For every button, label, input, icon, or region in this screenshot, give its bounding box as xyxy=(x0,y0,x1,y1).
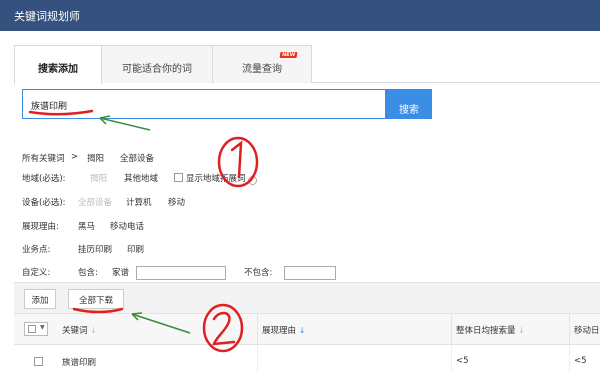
row-checkbox[interactable] xyxy=(34,357,43,366)
region-label: 地域(必选): xyxy=(22,174,66,184)
custom-label: 自定义: xyxy=(22,268,51,278)
tab-traffic-query[interactable]: 流量查询 NEW xyxy=(212,45,312,83)
sort-keyword-icon: ↓ xyxy=(90,326,97,335)
col-reason-label: 展现理由 xyxy=(262,326,297,336)
search-button[interactable]: 搜索 xyxy=(386,89,432,119)
table-header: ▼ 关键词 ↓ 展现理由 ↓ 整体日均搜索量 ↓ 移动日 xyxy=(14,314,600,345)
region-expand-checkbox[interactable] xyxy=(174,173,183,182)
tab-traffic-query-label: 流量查询 xyxy=(242,64,282,75)
breadcrumb-root[interactable]: 所有关键词 xyxy=(22,152,65,164)
region-expand-toggle[interactable]: 显示地域拓展词? xyxy=(174,172,257,185)
device-label: 设备(必选): xyxy=(22,198,66,208)
col-daily-volume[interactable]: 整体日均搜索量 ↓ xyxy=(452,314,570,345)
col-daily-volume-label: 整体日均搜索量 xyxy=(456,326,516,336)
help-icon[interactable]: ? xyxy=(247,176,257,185)
col-keyword-label: 关键词 xyxy=(62,326,88,336)
col-mobile-volume[interactable]: 移动日 xyxy=(570,314,600,345)
breadcrumb-region[interactable]: 揭阳 xyxy=(87,152,104,164)
tab-suggested-words[interactable]: 可能适合你的词 xyxy=(101,45,213,83)
select-all-checkbox[interactable] xyxy=(28,325,36,333)
row-reason xyxy=(258,345,452,372)
reason-label: 展现理由: xyxy=(22,222,59,232)
business-label: 业务点: xyxy=(22,245,51,255)
business-option-calendar-printing[interactable]: 挂历印刷 xyxy=(78,243,112,255)
reason-option-darkhorse[interactable]: 黑马 xyxy=(78,220,95,232)
include-label: 包含: xyxy=(78,268,98,278)
keyword-search-value: 族谱印刷 xyxy=(31,102,68,112)
download-all-button[interactable]: 全部下载 xyxy=(68,289,124,309)
row-mobile-volume: <5 xyxy=(574,356,587,366)
col-mobile-volume-label: 移动日 xyxy=(574,326,600,336)
arrow-to-search-term xyxy=(99,117,151,131)
business-option-printing[interactable]: 印刷 xyxy=(127,243,144,255)
app-title: 关键词规划师 xyxy=(14,10,80,23)
exclude-label: 不包含: xyxy=(244,268,273,278)
device-option-mobile[interactable]: 移动 xyxy=(168,196,185,208)
add-button[interactable]: 添加 xyxy=(24,289,56,309)
chevron-down-icon: ▼ xyxy=(40,324,45,331)
col-reason[interactable]: 展现理由 ↓ xyxy=(258,314,452,345)
row-keyword: 族谱印刷 xyxy=(58,345,258,372)
select-all-dropdown[interactable]: ▼ xyxy=(24,322,48,336)
breadcrumb-separator: > xyxy=(71,152,79,162)
include-input[interactable] xyxy=(136,266,226,280)
app-titlebar: 关键词规划师 xyxy=(0,0,600,31)
device-option-computer[interactable]: 计算机 xyxy=(126,196,152,208)
include-value[interactable]: 家谱 xyxy=(112,266,129,278)
keyword-search-input[interactable]: 族谱印刷 xyxy=(22,89,386,119)
col-keyword[interactable]: 关键词 ↓ xyxy=(58,314,258,345)
reason-option-mobile-phone[interactable]: 移动电话 xyxy=(110,220,144,232)
breadcrumb-device[interactable]: 全部设备 xyxy=(120,152,154,164)
region-expand-label: 显示地域拓展词 xyxy=(186,174,246,184)
sort-volume-icon: ↓ xyxy=(518,326,525,335)
action-toolbar: 添加 全部下载 xyxy=(14,282,600,314)
tab-search-add[interactable]: 搜索添加 xyxy=(14,45,102,84)
region-option-other[interactable]: 其他地域 xyxy=(124,172,158,184)
row-daily-volume: <5 xyxy=(452,345,570,372)
table-row[interactable]: 族谱印刷 <5 <5 xyxy=(14,345,600,372)
sort-reason-icon: ↓ xyxy=(298,326,306,335)
exclude-input[interactable] xyxy=(284,266,336,280)
device-option-all[interactable]: 全部设备 xyxy=(78,196,112,208)
new-badge: NEW xyxy=(279,52,298,58)
region-option-jieyang[interactable]: 揭阳 xyxy=(90,172,107,184)
tab-bar: 搜索添加 可能适合你的词 流量查询 NEW xyxy=(14,45,600,84)
